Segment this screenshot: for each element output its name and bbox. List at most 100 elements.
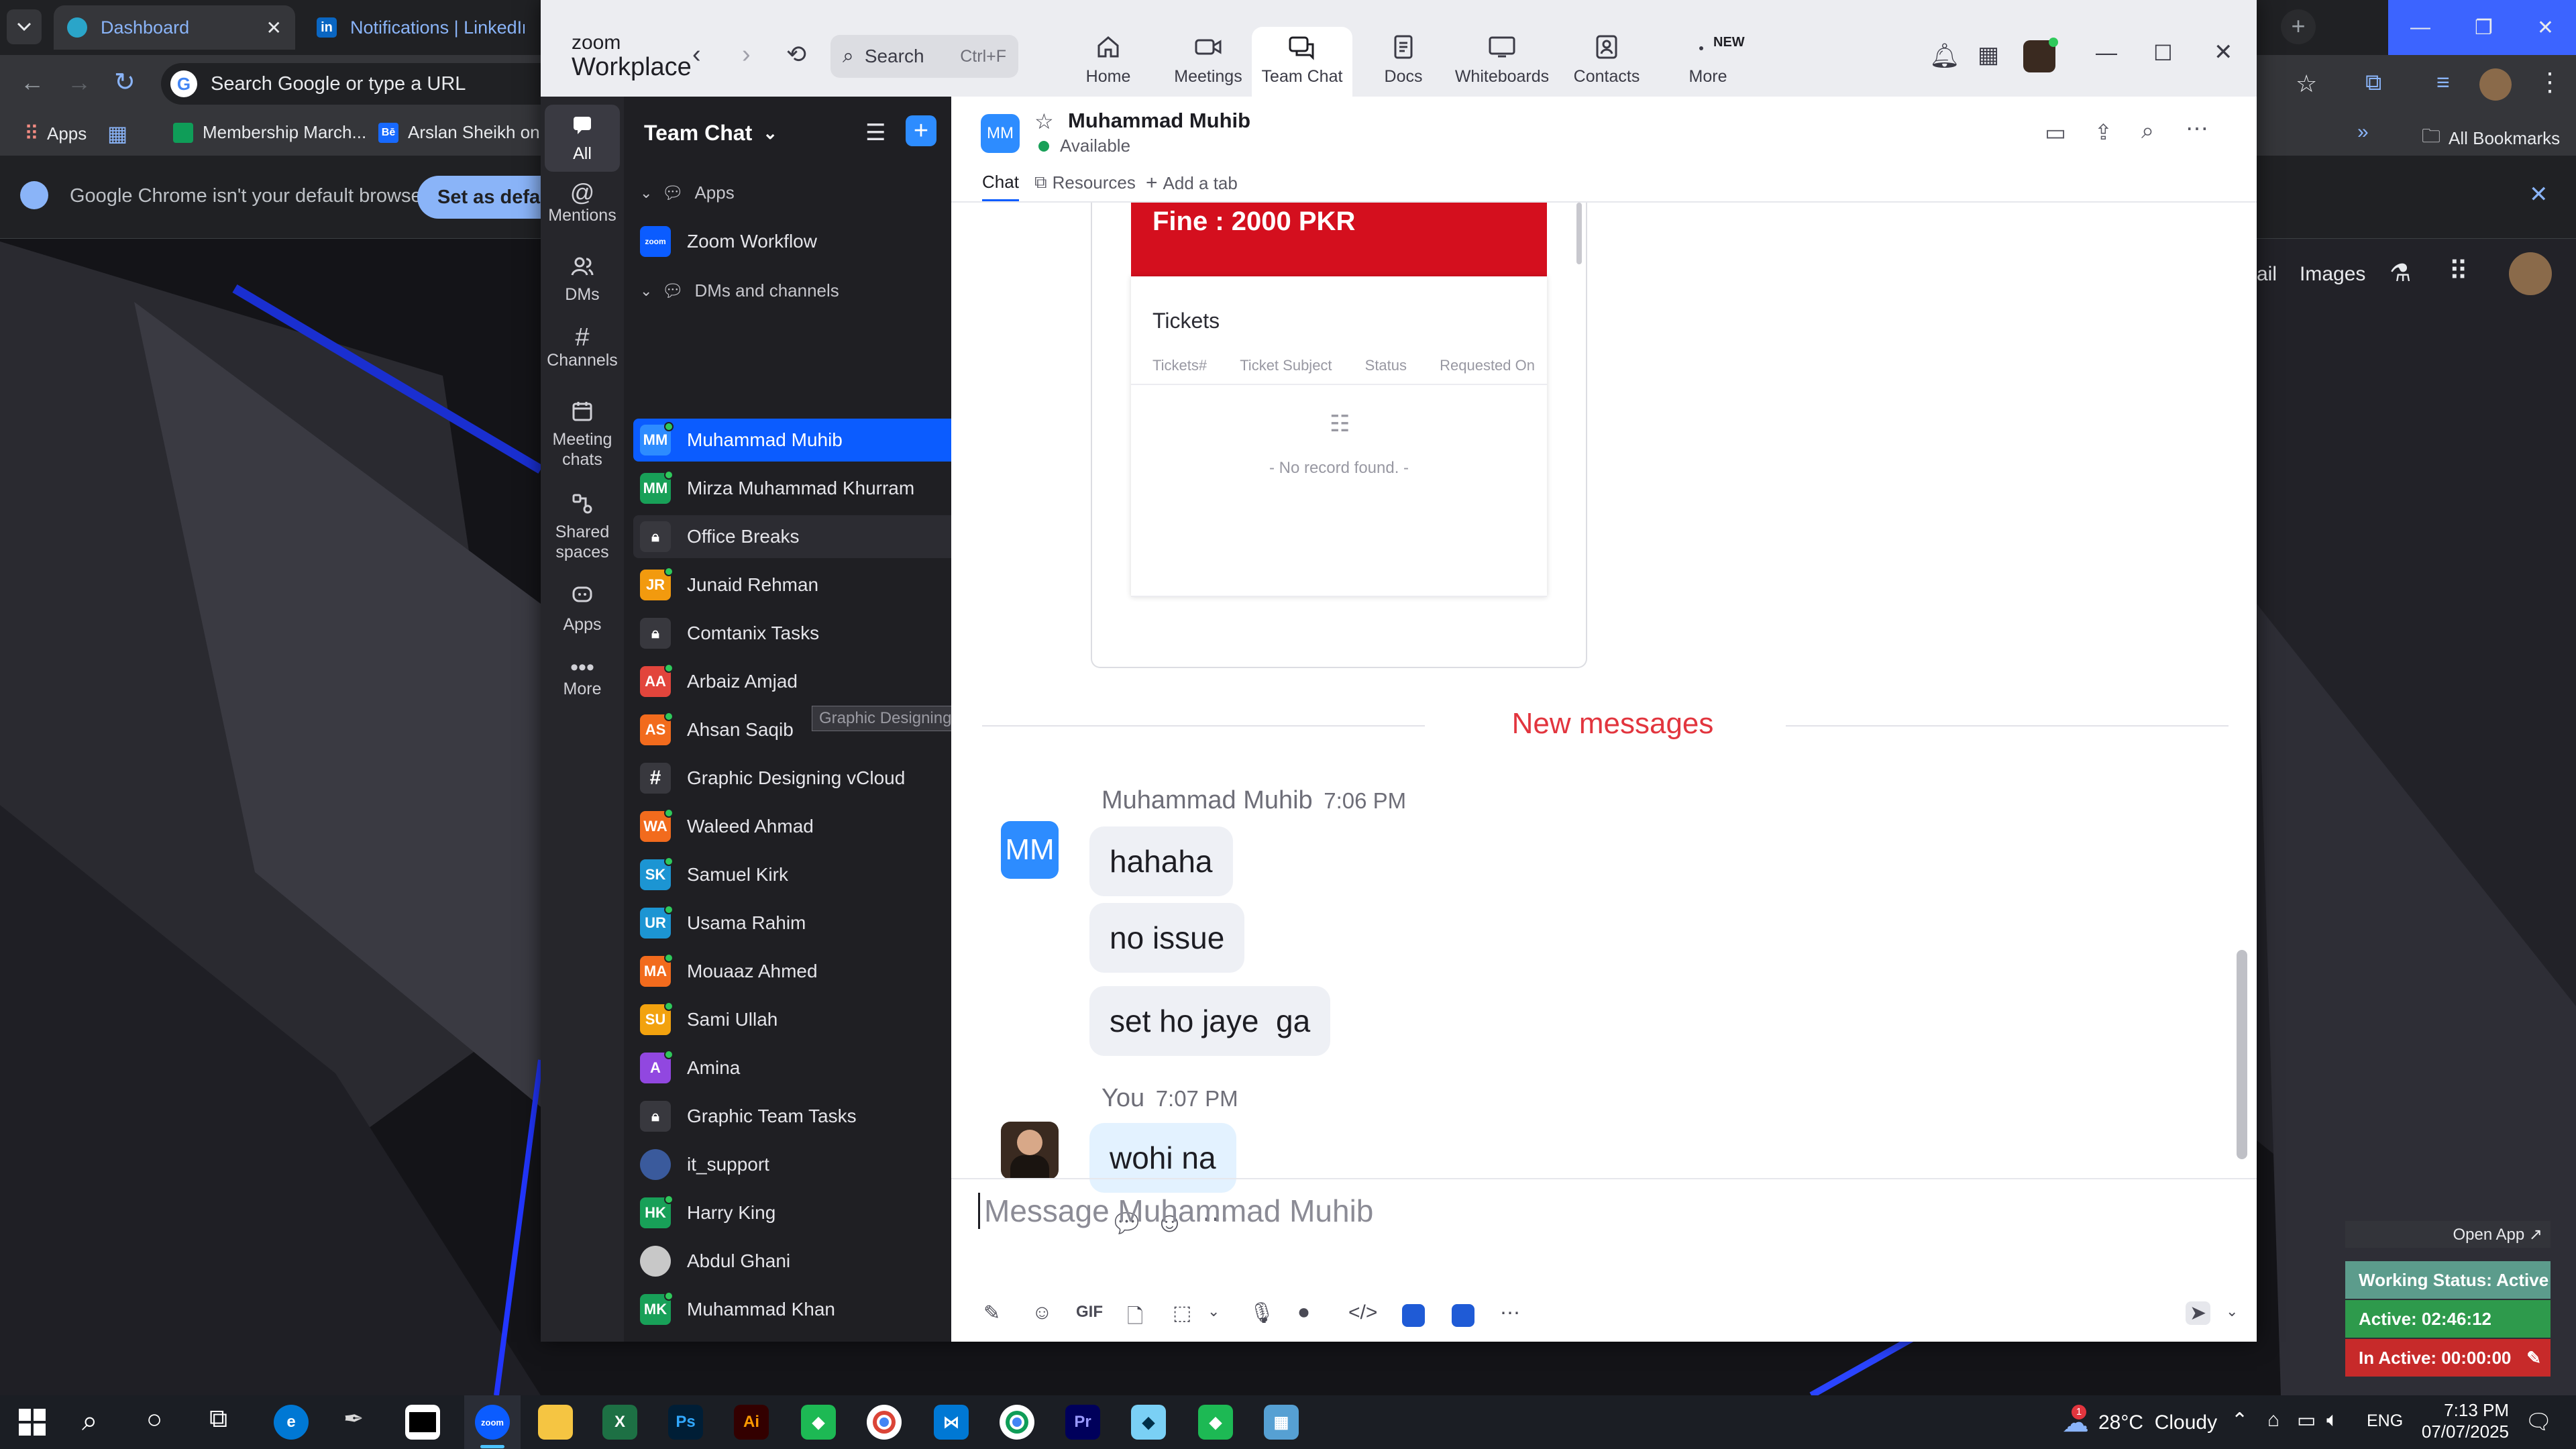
notifications-bell-icon[interactable]: 🔔︎ — [1929, 42, 1960, 70]
screenshot-icon[interactable]: ⬚ — [1173, 1301, 1191, 1325]
search-bar[interactable]: ⌕ Search Ctrl+F — [830, 35, 1018, 78]
volume-icon[interactable]: 🔈︎ — [2326, 1409, 2339, 1432]
filter-icon[interactable]: ☰ — [865, 119, 885, 146]
open-app-link[interactable]: Open App ↗ — [2345, 1221, 2551, 1248]
bookmark-arslan[interactable]: Bē Arslan Sheikh on B — [378, 122, 539, 143]
google-account-avatar[interactable] — [2509, 252, 2552, 295]
green-app-icon[interactable]: ◆ — [801, 1405, 836, 1440]
set-default-button[interactable]: Set as default — [417, 176, 551, 219]
taskbar-zoom-active[interactable]: zoom — [464, 1395, 521, 1449]
chat-scrollbar[interactable] — [2237, 950, 2247, 1159]
edit-pencil-icon[interactable]: ✎ — [2526, 1348, 2541, 1368]
contact-avatar[interactable]: MM — [981, 114, 1020, 153]
close-tab-icon[interactable]: ✕ — [266, 17, 282, 39]
nav-contacts[interactable]: Contacts — [1563, 34, 1650, 87]
audio-message-icon[interactable]: 🎙︎ — [1249, 1301, 1275, 1325]
rail-dms[interactable]: DMs — [541, 255, 624, 305]
video-message-icon[interactable]: ⏺ — [1299, 1301, 1309, 1324]
message-bubble[interactable]: no issue — [1089, 903, 1245, 973]
rail-all[interactable]: All — [545, 105, 620, 172]
file-icon[interactable]: 🗋 — [1127, 1301, 1143, 1336]
wifi-icon[interactable]: ▭ — [2297, 1409, 2316, 1432]
excel-icon[interactable]: X — [602, 1405, 637, 1440]
composer-more-icon[interactable]: ⋯ — [1500, 1301, 1520, 1325]
images-link[interactable]: Images — [2300, 263, 2365, 286]
send-icon[interactable]: ➤ — [2186, 1301, 2211, 1325]
minimize-icon[interactable]: — — [2096, 40, 2117, 65]
rail-channels[interactable]: # Channels — [541, 325, 624, 370]
nav-team-chat[interactable]: Team Chat — [1252, 27, 1352, 97]
chrome-menu-icon[interactable]: ⋮ — [2537, 67, 2563, 97]
nav-more[interactable]: More NEW — [1668, 34, 1748, 87]
message-bubble[interactable]: set ho jaye ga — [1089, 986, 1331, 1056]
forward-icon[interactable]: › — [742, 40, 751, 69]
contact-name[interactable]: Muhammad Muhib — [1068, 109, 1250, 133]
nav-docs[interactable]: Docs — [1363, 34, 1444, 87]
windows-start-icon[interactable] — [16, 1406, 48, 1438]
tab-chat[interactable]: Chat — [982, 172, 1019, 202]
chrome-icon[interactable] — [867, 1405, 902, 1440]
message-bubble[interactable]: hahaha — [1089, 826, 1233, 896]
maximize-icon[interactable]: ☐ — [2153, 40, 2173, 66]
minimize-icon[interactable]: — — [2410, 16, 2430, 39]
bookmark-membership[interactable]: Membership March... — [173, 122, 366, 143]
video-call-icon[interactable]: ▭ — [2045, 119, 2066, 146]
rail-shared-spaces[interactable]: Shared spaces — [541, 492, 624, 562]
zoom-chat-app-icon[interactable] — [1452, 1304, 1474, 1327]
terminal-icon[interactable] — [405, 1405, 440, 1440]
my-message-bubble[interactable]: wohi na — [1089, 1123, 1236, 1193]
nav-meetings[interactable]: Meetings — [1165, 34, 1252, 87]
labs-flask-icon[interactable]: ⚗ — [2390, 259, 2411, 287]
file-explorer-icon[interactable] — [538, 1405, 573, 1440]
taskbar-search-icon[interactable]: ⌕ — [82, 1405, 98, 1438]
favorite-star-icon[interactable]: ☆ — [1034, 109, 1054, 134]
section-dms-and-channels[interactable]: ⌄ 💬︎ DMs and channels — [640, 280, 839, 301]
language-indicator[interactable]: ENG — [2367, 1411, 2403, 1431]
photoshop-icon[interactable]: Ps — [668, 1405, 703, 1440]
illustrator-icon[interactable]: Ai — [734, 1405, 769, 1440]
task-view-icon[interactable]: ⧉ — [209, 1405, 227, 1434]
rail-more[interactable]: ••• More — [541, 656, 624, 699]
back-icon[interactable]: ‹ — [692, 40, 701, 69]
team-chat-title[interactable]: Team Chat ⌄ — [644, 121, 777, 146]
premiere-icon[interactable]: Pr — [1065, 1405, 1100, 1440]
omnibox[interactable]: G Search Google or type a URL — [161, 63, 564, 105]
search-chat-icon[interactable]: ⌕ — [2141, 118, 2154, 144]
new-tab-icon[interactable]: + — [2281, 9, 2316, 44]
back-icon[interactable]: ← — [20, 68, 44, 97]
grid-icon[interactable]: ▦ — [107, 121, 127, 146]
nav-home[interactable]: Home — [1068, 34, 1148, 87]
chrome-profile-icon[interactable] — [1000, 1405, 1034, 1440]
rail-apps[interactable]: Apps — [541, 585, 624, 635]
sender-avatar[interactable]: MM — [1001, 821, 1059, 879]
emoji-icon[interactable]: ☺ — [1032, 1301, 1053, 1324]
weather-widget[interactable]: ☁ 1 28°C Cloudy — [2062, 1405, 2217, 1438]
send-options-chevron-icon[interactable]: ⌄ — [2226, 1303, 2238, 1320]
more-bookmarks-icon[interactable]: » — [2357, 121, 2369, 144]
cortana-icon[interactable]: ○ — [146, 1405, 162, 1435]
zoom-app-shortcut-icon[interactable] — [1402, 1304, 1425, 1327]
format-pen-icon[interactable]: ✎ — [983, 1301, 1000, 1325]
more-options-icon[interactable]: ⋯ — [2186, 115, 2208, 142]
extensions-icon[interactable]: ⧉ — [2365, 70, 2381, 96]
browser-tab-linkedin[interactable]: in Notifications | LinkedIn — [303, 5, 538, 50]
tab-search-icon[interactable] — [7, 9, 42, 44]
bookmark-apps[interactable]: ⠿ Apps — [24, 122, 87, 146]
calculator-icon[interactable]: ▦ — [1264, 1405, 1299, 1440]
media-icon[interactable]: ≡ — [2436, 70, 2450, 96]
gmail-link[interactable]: ail — [2257, 263, 2277, 286]
pen-tool-icon[interactable]: ✒ — [343, 1405, 364, 1433]
attachment-card[interactable]: Fine : 2000 PKR Tickets Tickets# Ticket … — [1091, 203, 1587, 668]
my-avatar[interactable] — [1001, 1122, 1059, 1179]
chevron-down-icon[interactable]: ⌄ — [1208, 1303, 1220, 1320]
google-apps-icon[interactable]: ⠿ — [2449, 256, 2468, 287]
rail-meeting-chats[interactable]: Meeting chats — [541, 400, 624, 470]
history-icon[interactable]: ⟲ — [786, 40, 806, 68]
section-apps[interactable]: ⌄ 💬︎ Apps — [640, 182, 735, 203]
message-input[interactable]: Message Muhammad Muhib — [978, 1193, 1373, 1229]
browser-tab-dashboard[interactable]: Dashboard ✕ — [54, 5, 295, 50]
close-infobar-icon[interactable]: ✕ — [2529, 181, 2548, 208]
code-snippet-icon[interactable]: </> — [1348, 1301, 1377, 1324]
green-app-2-icon[interactable]: ◆ — [1198, 1405, 1233, 1440]
vscode-icon[interactable]: ⋈ — [934, 1405, 969, 1440]
